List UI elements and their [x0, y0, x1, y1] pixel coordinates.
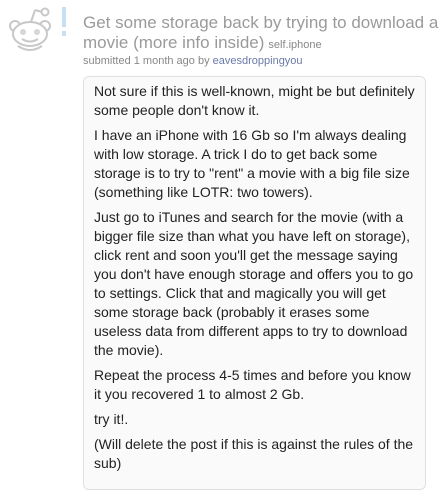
post-tagline: submitted 1 month ago by eavesdroppingyo… — [83, 55, 303, 67]
exclamation-icon — [62, 7, 66, 36]
post-header: Get some storage back by trying to downl… — [0, 0, 447, 76]
author-link[interactable]: eavesdroppingyou — [213, 55, 303, 67]
submitted-text: submitted 1 month ago by — [83, 55, 210, 67]
reddit-alien-icon[interactable] — [4, 4, 56, 56]
body-paragraph: Just go to iTunes and search for the mov… — [94, 209, 414, 358]
post-title-link[interactable]: Get some storage back by trying to downl… — [83, 13, 438, 52]
body-paragraph: (Will delete the post if this is against… — [94, 436, 414, 471]
body-paragraph: Not sure if this is well-known, might be… — [94, 83, 415, 118]
post-domain[interactable]: self.iphone — [268, 39, 321, 51]
body-paragraph: try it!. — [94, 411, 129, 427]
post-title: Get some storage back by trying to downl… — [83, 13, 443, 55]
post-body: Not sure if this is well-known, might be… — [83, 76, 426, 490]
body-paragraph: I have an iPhone with 16 Gb so I'm alway… — [94, 127, 410, 200]
body-paragraph: Repeat the process 4-5 times and before … — [94, 367, 411, 402]
